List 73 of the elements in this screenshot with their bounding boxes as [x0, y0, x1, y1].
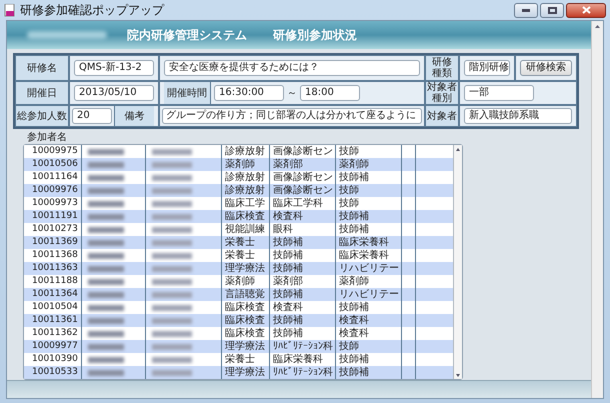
blurred-text — [152, 188, 192, 194]
blurred-text — [88, 188, 124, 194]
blurred-text — [152, 214, 192, 220]
text-field[interactable]: 20 — [72, 108, 112, 124]
blurred-text — [88, 240, 124, 246]
search-button[interactable]: 研修検索 — [520, 60, 572, 76]
field-label: 総参加人数 — [15, 105, 69, 127]
field-label: 研修名 — [15, 55, 69, 81]
close-icon — [582, 6, 590, 14]
text-field[interactable]: 16:30:00 — [214, 85, 284, 101]
app-icon — [4, 4, 16, 16]
blurred-text — [88, 174, 124, 180]
blurred-text — [152, 200, 192, 206]
table-cell: 10010533 — [24, 366, 82, 379]
blurred-text — [88, 356, 124, 362]
blurred-text — [88, 304, 124, 310]
system-title: 院内研修管理システム — [127, 27, 247, 44]
table-cell: 理学療法 — [222, 366, 270, 379]
blurred-text — [152, 240, 192, 246]
blurred-text — [152, 226, 192, 232]
field-label: 開催日 — [15, 81, 69, 105]
blurred-text — [88, 278, 124, 284]
minimize-button[interactable] — [514, 2, 538, 18]
maximize-icon — [548, 6, 556, 14]
field-label: 研修種類 — [425, 55, 459, 81]
table-cell: 技師補 — [336, 366, 402, 379]
note-field[interactable]: グループの作り方；同じ部署の人は分かれて座るように — [162, 108, 422, 124]
blurred-text — [152, 304, 192, 310]
blurred-text — [152, 344, 192, 350]
blurred-text — [152, 148, 192, 154]
blurred-text — [152, 370, 192, 376]
text-field[interactable]: 18:00 — [300, 85, 360, 101]
blurred-text — [152, 174, 192, 180]
window-title: 研修参加確認ポップアップ — [20, 2, 164, 19]
text-field[interactable]: 階別研修 — [464, 60, 510, 76]
blurred-text — [152, 162, 192, 168]
section-label: 参加者名 — [27, 132, 68, 144]
blurred-text — [152, 356, 192, 362]
blurred-text — [88, 148, 124, 154]
text-field[interactable]: 2013/05/10 — [74, 85, 154, 101]
field-label: 対象者種別 — [425, 81, 459, 105]
blurred-text — [88, 252, 124, 258]
blurred-text — [88, 344, 124, 350]
blurred-text — [152, 292, 192, 298]
close-button[interactable] — [566, 2, 606, 18]
minimize-icon — [522, 8, 530, 12]
blurred-text — [88, 266, 124, 272]
screen-title: 研修別参加状況 — [273, 27, 357, 44]
blurred-text — [88, 318, 124, 324]
window-scrollbar[interactable] — [591, 21, 603, 398]
text-field[interactable]: 新入職技師系職 — [464, 108, 572, 124]
blurred-text — [88, 162, 124, 168]
field-label: 対象者 — [425, 105, 459, 127]
blurred-text — [88, 200, 124, 206]
text-field[interactable]: 一部 — [464, 85, 534, 101]
blurred-text — [88, 370, 124, 376]
blurred-text — [152, 266, 192, 272]
blurred-text — [152, 278, 192, 284]
field-label: 備考 — [114, 106, 154, 126]
scrollbar[interactable] — [453, 145, 462, 379]
blurred-text — [88, 330, 124, 336]
maximize-button[interactable] — [540, 2, 564, 18]
blurred-text — [152, 318, 192, 324]
blurred-text — [152, 330, 192, 336]
field-label: 開催時間 — [164, 82, 211, 104]
blurred-text — [88, 292, 124, 298]
text-field[interactable]: QMS-新-13-2 — [74, 60, 154, 76]
text-field[interactable]: 安全な医療を提供するためには？ — [164, 60, 420, 76]
range-separator: ～ — [287, 86, 297, 100]
blurred-text — [152, 252, 192, 258]
blurred-text — [88, 214, 124, 220]
blurred-text — [88, 226, 124, 232]
table-cell: ﾘﾊﾋﾞﾘﾃｰｼｮﾝ科 — [270, 366, 336, 379]
